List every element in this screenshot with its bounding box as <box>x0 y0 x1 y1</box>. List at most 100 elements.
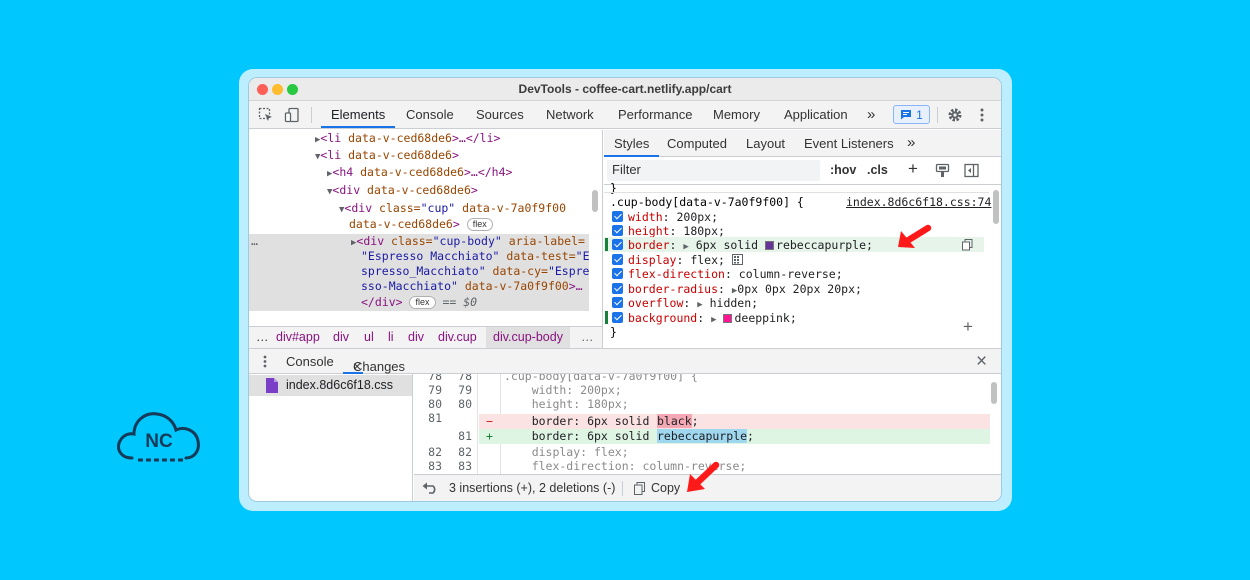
diff-line-added: 81 + border: 6px solid rebeccapurple; <box>458 429 990 444</box>
declaration-checkbox[interactable] <box>612 211 623 222</box>
breadcrumb-item[interactable]: div.cup <box>438 330 477 344</box>
declaration-checkbox[interactable] <box>612 312 623 323</box>
css-declaration[interactable]: overflow: ▶ hidden; <box>612 296 758 310</box>
breadcrumb-overflow[interactable]: … <box>581 330 594 344</box>
new-style-rule-plus-icon[interactable]: + <box>908 159 918 179</box>
tab-layout[interactable]: Layout <box>746 136 785 151</box>
changes-summary: 3 insertions (+), 2 deletions (-) <box>449 481 616 495</box>
declaration-checkbox[interactable] <box>612 239 623 250</box>
toggle-sidebar-icon[interactable] <box>963 162 979 178</box>
toolbar-divider <box>937 107 938 123</box>
tab-application[interactable]: Application <box>784 101 848 128</box>
tab-elements[interactable]: Elements <box>321 101 396 128</box>
color-swatch[interactable] <box>765 241 775 250</box>
nc-cloud-logo: NC <box>117 412 200 462</box>
more-sidebar-tabs-chevron-icon[interactable]: » <box>907 134 915 151</box>
dom-tree-panel: ▶<li data-v-ced68de6>…</li> ▼<li data-v-… <box>249 130 603 326</box>
dom-node-cup-cont: data-v-ced68de6> flex <box>349 217 493 232</box>
css-declaration[interactable]: flex-direction: column-reverse; <box>612 267 843 281</box>
logo-text: NC <box>145 431 173 452</box>
device-toolbar-icon[interactable] <box>283 106 301 124</box>
tab-computed[interactable]: Computed <box>667 136 727 151</box>
dom-scrollbar[interactable] <box>592 190 598 212</box>
dom-node-close-div[interactable]: </div> flex == $0 <box>361 295 477 310</box>
breadcrumb-item-selected[interactable]: div.cup-body <box>486 327 570 348</box>
computed-styles-toggle-icon[interactable] <box>934 162 950 178</box>
inspect-element-icon[interactable] <box>257 106 275 124</box>
dom-node-cup-body-cont: spresso_Macchiato" data-cy="Espre <box>361 264 590 278</box>
flex-badge[interactable]: flex <box>409 296 436 309</box>
flex-badge[interactable]: flex <box>466 218 493 231</box>
copy-button[interactable]: Copy <box>651 481 680 495</box>
drawer-tab-changes[interactable]: Changes × <box>343 349 405 374</box>
issues-button[interactable]: 1 <box>893 105 930 124</box>
drawer-tab-console[interactable]: Console <box>286 354 334 369</box>
cls-button[interactable]: .cls <box>867 163 888 177</box>
expand-shorthand-icon[interactable]: ▶ <box>697 300 702 310</box>
footer-divider <box>622 481 623 496</box>
breadcrumb-overflow[interactable]: … <box>256 330 269 344</box>
tab-network[interactable]: Network <box>546 101 594 128</box>
breadcrumb-item[interactable]: div <box>408 330 424 344</box>
dom-node-cup-body-cont: "Espresso Macchiato" data-test="E <box>361 249 590 263</box>
css-declaration[interactable]: width: 200px; <box>612 210 718 224</box>
rule-selector[interactable]: .cup-body[data-v-7a0f9f00] { <box>610 195 804 209</box>
css-declaration[interactable]: background: ▶ deeppink; <box>612 311 797 325</box>
close-drawer-icon[interactable]: × <box>976 351 987 373</box>
add-declaration-plus-icon[interactable]: + <box>963 317 973 337</box>
copy-declaration-icon[interactable] <box>961 238 973 251</box>
drawer-toolbar: Console Changes × × <box>249 348 1001 374</box>
flexbox-editor-icon[interactable] <box>731 254 743 265</box>
dom-node[interactable]: ▼<li data-v-ced68de6> <box>315 148 459 163</box>
declaration-checkbox[interactable] <box>612 297 623 308</box>
breadcrumb-item[interactable]: li <box>388 330 394 344</box>
dom-node-cup[interactable]: ▼<div class="cup" data-v-7a0f9f00 <box>339 201 566 216</box>
rule-source-link[interactable]: index.8d6c6f18.css:74 <box>846 195 991 209</box>
dom-node[interactable]: ▶<li data-v-ced68de6>…</li> <box>315 131 500 146</box>
css-declaration[interactable]: height: 180px; <box>612 224 725 238</box>
dom-node-cup-body[interactable]: ▶<div class="cup-body" aria-label= <box>351 234 585 249</box>
styles-pane: Styles Computed Layout Event Listeners »… <box>604 130 1001 348</box>
expand-shorthand-icon[interactable]: ▶ <box>683 242 688 252</box>
breadcrumb-item[interactable]: div <box>333 330 349 344</box>
diff-scrollbar[interactable] <box>991 382 997 404</box>
tab-sources[interactable]: Sources <box>476 101 524 128</box>
css-declaration-border[interactable]: border: ▶ 6px solid rebeccapurple; <box>612 238 873 252</box>
declaration-checkbox[interactable] <box>612 268 623 279</box>
changes-file-list: index.8d6c6f18.css <box>249 374 413 501</box>
diff-line: 80 80 height: 180px; <box>428 397 629 411</box>
styles-filter-input[interactable]: Filter <box>607 160 820 181</box>
rule-divider <box>604 192 989 193</box>
message-icon <box>901 110 912 120</box>
hov-button[interactable]: :hov <box>830 163 856 177</box>
css-declaration[interactable]: border-radius: ▶0px 0px 20px 20px; <box>612 282 862 296</box>
revert-changes-icon[interactable] <box>421 480 439 496</box>
tab-event-listeners[interactable]: Event Listeners <box>804 136 894 151</box>
color-swatch[interactable] <box>723 314 733 323</box>
breadcrumb-item[interactable]: ul <box>364 330 374 344</box>
copy-icon[interactable] <box>632 481 646 496</box>
changed-file-item[interactable]: index.8d6c6f18.css <box>249 375 412 396</box>
tab-console[interactable]: Console <box>406 101 454 128</box>
breadcrumb-item[interactable]: div#app <box>276 330 320 344</box>
drawer-kebab-menu-icon[interactable] <box>260 354 270 369</box>
tab-styles[interactable]: Styles <box>604 130 660 157</box>
dom-node[interactable]: ▼<div data-v-ced68de6> <box>327 183 478 198</box>
more-tabs-chevron-icon[interactable]: » <box>867 101 875 128</box>
tab-performance[interactable]: Performance <box>618 101 692 128</box>
window-titlebar: DevTools - coffee-cart.netlify.app/cart <box>249 78 1001 101</box>
tab-memory[interactable]: Memory <box>713 101 760 128</box>
dom-node[interactable]: ▶<h4 data-v-ced68de6>…</h4> <box>327 165 512 180</box>
gear-icon[interactable] <box>946 106 964 124</box>
declaration-checkbox[interactable] <box>612 225 623 236</box>
css-declaration[interactable]: display: flex; <box>612 253 743 267</box>
kebab-menu-icon[interactable] <box>975 106 989 124</box>
changed-marker <box>605 311 608 324</box>
declaration-checkbox[interactable] <box>612 254 623 265</box>
declaration-checkbox[interactable] <box>612 283 623 294</box>
sidebar-tabs: Styles Computed Layout Event Listeners » <box>604 130 1001 157</box>
styles-scrollbar[interactable] <box>993 190 999 224</box>
node-actions-dots[interactable]: … <box>251 234 258 249</box>
expand-shorthand-icon[interactable]: ▶ <box>711 315 716 325</box>
diff-line-deleted: − border: 6px solid black; <box>479 414 990 429</box>
